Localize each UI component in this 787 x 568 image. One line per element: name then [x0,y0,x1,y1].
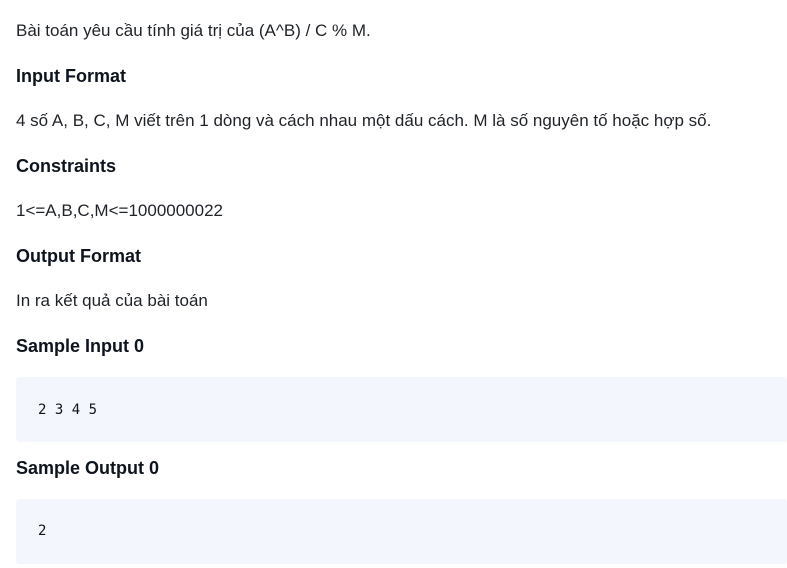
problem-statement: Bài toán yêu cầu tính giá trị của (A^B) … [16,21,371,40]
constraints-text: 1<=A,B,C,M<=1000000022 [16,201,223,220]
sample-input-heading: Sample Input 0 [16,336,145,356]
sample-output-box: 2 [16,499,787,564]
output-format-heading: Output Format [16,246,141,266]
output-format-text: In ra kết quả của bài toán [16,291,208,310]
constraints-heading: Constraints [16,156,117,176]
sample-input-box: 2 3 4 5 [16,377,787,442]
input-format-heading: Input Format [16,66,126,86]
sample-output-code: 2 [38,523,47,539]
sample-output-heading: Sample Output 0 [16,458,160,478]
problem-page: Bài toán yêu cầu tính giá trị của (A^B) … [0,0,787,568]
sample-input-code: 2 3 4 5 [38,402,98,418]
input-format-text: 4 số A, B, C, M viết trên 1 dòng và cách… [16,111,712,130]
